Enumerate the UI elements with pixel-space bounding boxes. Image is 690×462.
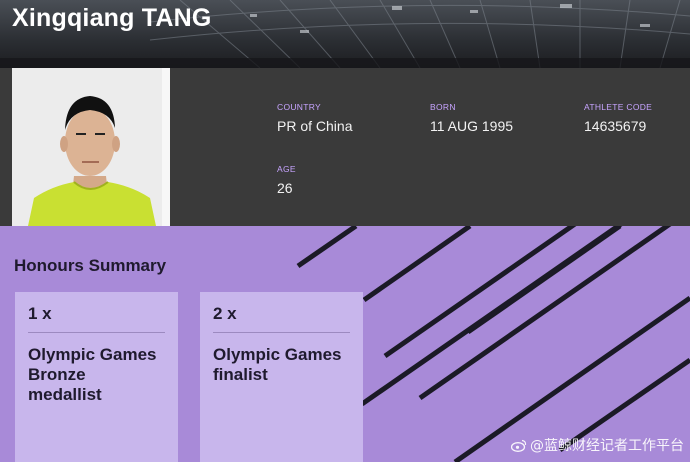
honour-card: 1 x Olympic Games Bronze medallist [15,292,178,462]
born-label: BORN [430,102,456,112]
honour-description: Olympic Games Bronze medallist [28,345,157,404]
weibo-watermark: @蓝鲸财经记者工作平台 [511,435,684,455]
age-value: 26 [277,180,293,196]
honour-card: 2 x Olympic Games finalist [200,292,363,462]
country-label: COUNTRY [277,102,321,112]
athlete-code-label: ATHLETE CODE [584,102,653,112]
born-stat: BORN 11 AUG 1995 [430,102,513,134]
country-stat: COUNTRY PR of China [277,102,352,134]
honour-count: 1 x [28,304,52,323]
born-value: 11 AUG 1995 [430,118,514,134]
stadium-banner: Xingqiang TANG [0,0,690,68]
country-value: PR of China [277,118,353,134]
athlete-portrait-illustration [12,68,170,226]
athlete-photo [12,68,170,226]
age-stat: AGE 26 [277,164,296,196]
card-divider [28,332,165,333]
honour-description: Olympic Games finalist [213,345,342,384]
athlete-code-value: 14635679 [584,118,647,134]
honour-count: 2 x [213,304,237,323]
athlete-profile-panel: COUNTRY PR of China BORN 11 AUG 1995 ATH… [0,68,690,226]
honours-section: Honours Summary 1 x Olympic Games Bronze… [0,226,690,462]
card-divider [213,332,350,333]
weibo-logo-icon [511,439,527,452]
watermark-text: @蓝鲸财经记者工作平台 [530,438,684,454]
athlete-code-stat: ATHLETE CODE 14635679 [584,102,652,134]
honours-summary-title: Honours Summary [14,256,167,275]
athlete-name: Xingqiang TANG [12,4,212,32]
age-label: AGE [277,164,296,174]
